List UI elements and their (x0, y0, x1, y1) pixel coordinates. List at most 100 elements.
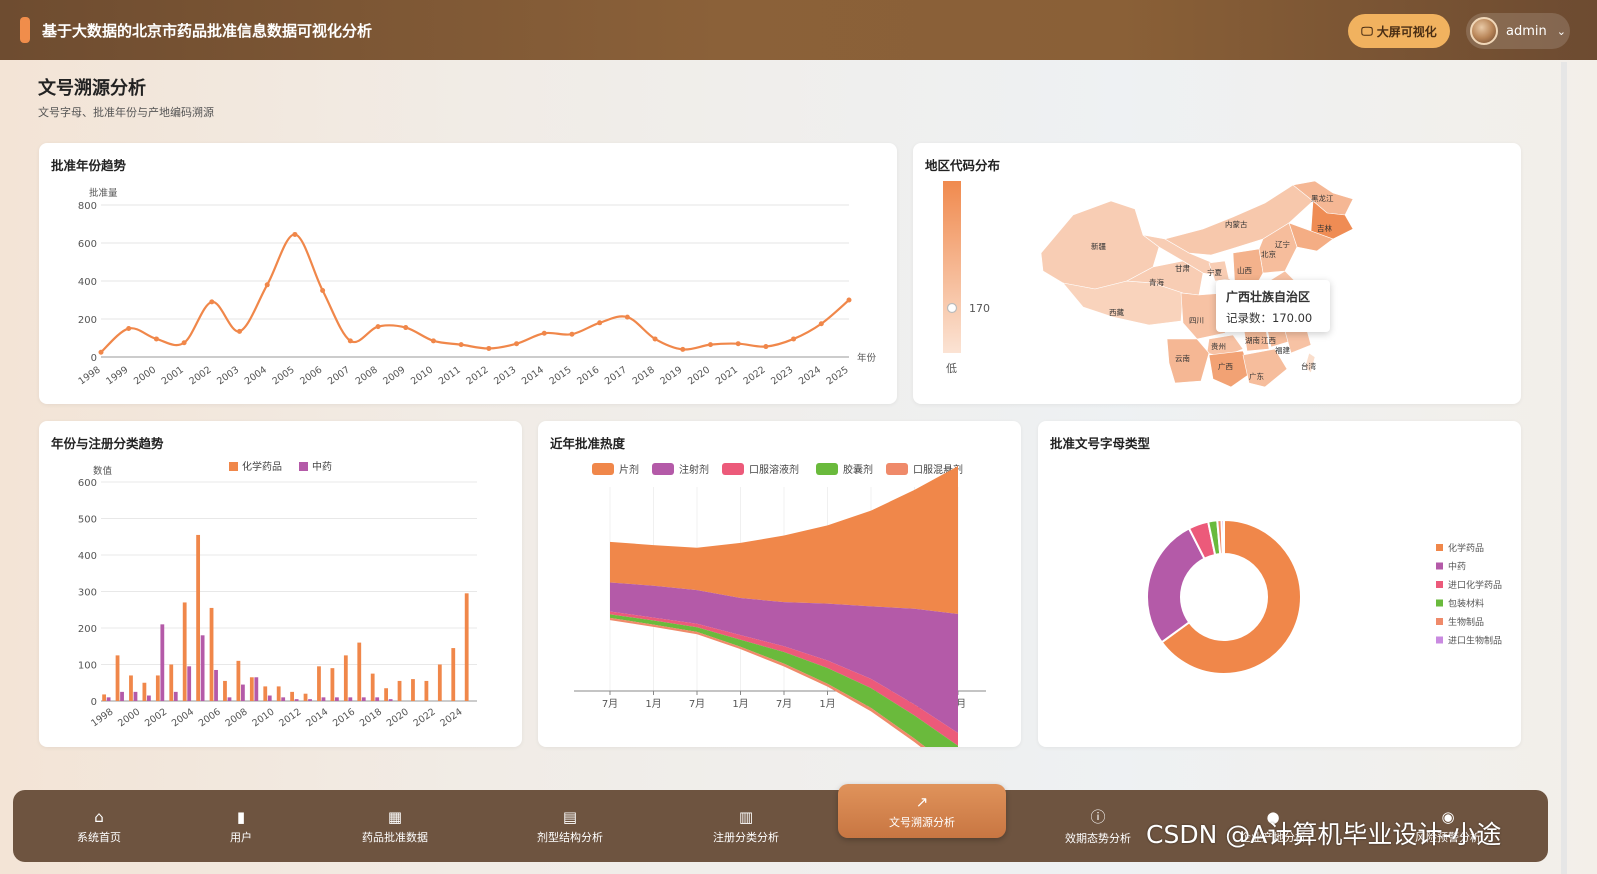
legend-label: 化学药品 (242, 460, 282, 473)
user-menu[interactable]: admin ⌄ (1466, 13, 1570, 49)
legend-label: 片剂 (619, 463, 639, 476)
big-screen-label: 大屏可视化 (1376, 24, 1437, 39)
bar (370, 673, 375, 701)
region-label: 辽宁 (1275, 239, 1290, 249)
big-screen-button[interactable]: 🖵 大屏可视化 (1348, 14, 1450, 48)
region-label: 新疆 (1091, 241, 1107, 251)
legend-label: 进口化学药品 (1448, 579, 1502, 591)
bar (308, 699, 312, 701)
data-point (541, 330, 547, 336)
y-tick-label: 0 (91, 697, 97, 708)
trend-icon: ↗ (915, 792, 929, 811)
heat-card: 近年批准热度 片剂注射剂口服溶液剂胶囊剂口服混悬剂7月1月7月1月7月1月7月1… (538, 421, 1021, 747)
region-map[interactable]: 170 低 新疆西藏 青海甘肃 内蒙古 黑龙江吉林辽宁北京宁夏 山西四川贵州 湖南 江西福建云南… (913, 143, 1521, 404)
letter-type-chart[interactable]: 化学药品中药进口化学药品包装材料生物制品进口生物制品 (1038, 421, 1521, 747)
nav-item[interactable]: ▦ 药品批准数据 (330, 790, 460, 862)
monitor-icon: 🖵 (1361, 23, 1373, 38)
tooltip-body: 记录数：170.00 (1226, 311, 1313, 325)
heat-chart[interactable]: 片剂注射剂口服溶液剂胶囊剂口服混悬剂7月1月7月1月7月1月7月1月7月 (538, 421, 1021, 747)
data-point (707, 342, 713, 348)
x-tick-label: 2004 (243, 364, 269, 387)
bar (209, 607, 214, 701)
year-trend-card: 批准年份趋势 0 200 400 600 800 批准量 年份 1998 1999 2000 200… (39, 143, 897, 404)
data-point (624, 314, 630, 320)
nav-item[interactable]: ⌂ 系统首页 (34, 790, 164, 862)
y-tick-label: 0 (91, 353, 97, 364)
x-tick-label: 2019 (658, 364, 684, 387)
y-tick-label: 600 (78, 478, 97, 489)
bar (223, 680, 227, 701)
region-label: 台湾 (1301, 361, 1317, 371)
nav-item[interactable]: ⓘ 效期态势分析 (1033, 790, 1163, 862)
year-trend-chart[interactable]: 0200400600800批准量年份1998 1999 2000 2001 2002 20… (39, 143, 897, 404)
bar (294, 699, 299, 701)
map-tooltip: 广西壮族自治区 记录数：170.00 (1216, 280, 1330, 332)
bar (173, 691, 178, 701)
nav-item-label: 药品批准数据 (362, 830, 428, 844)
nav-item[interactable]: ↗ 文号溯源分析 (838, 784, 1006, 838)
nav-item[interactable]: ▤ 剂型结构分析 (505, 790, 635, 862)
user-name: admin (1506, 23, 1547, 39)
y-tick-label: 200 (78, 624, 97, 635)
legend-label: 化学药品 (1448, 542, 1484, 554)
bar (303, 693, 308, 701)
region-label: 西藏 (1109, 307, 1125, 317)
legend-swatch (722, 463, 744, 475)
y-tick-label: 300 (78, 588, 97, 599)
x-tick-label: 2014 (304, 706, 330, 729)
legend-swatch (1436, 618, 1443, 625)
data-point (569, 331, 575, 337)
bar-chart-icon: ▮ (236, 807, 246, 826)
bar (321, 697, 326, 701)
legend-swatch (299, 462, 308, 471)
data-point (818, 321, 824, 327)
data-point (209, 299, 215, 305)
x-tick-label: 2006 (298, 364, 324, 387)
legend-swatch (652, 463, 674, 475)
bar (196, 534, 201, 701)
pie-slice (1146, 527, 1206, 644)
bar (290, 691, 295, 701)
nav-item[interactable]: ▥ 注册分类分析 (681, 790, 811, 862)
nav-item-label: 用户 (230, 830, 252, 844)
bar (388, 699, 393, 701)
x-tick-label: 2025 (825, 364, 851, 387)
x-tick-label: 2012 (464, 364, 490, 387)
nav-item-label: 剂型结构分析 (537, 830, 603, 844)
bar (451, 648, 456, 701)
data-point (153, 336, 159, 342)
bar (236, 660, 241, 701)
bar (335, 697, 339, 701)
pie-slice (1220, 518, 1225, 556)
x-tick-label: 2021 (714, 364, 740, 387)
y-axis-label: 批准量 (89, 187, 118, 199)
data-point (320, 288, 326, 293)
legend-swatch (1436, 581, 1443, 588)
data-point (791, 336, 797, 342)
legend-swatch (229, 462, 238, 471)
bar (357, 642, 362, 701)
legend-swatch (1436, 599, 1443, 607)
bar (375, 697, 380, 701)
bar (411, 679, 415, 701)
scrollbar[interactable] (1561, 62, 1567, 874)
x-tick-label: 2001 (160, 364, 186, 387)
x-tick-label: 2011 (437, 364, 463, 387)
x-tick-label: 1998 (89, 706, 115, 729)
x-tick-label: 1月 (819, 698, 835, 710)
x-tick-label: 2002 (187, 364, 213, 387)
region-西藏 (1062, 280, 1184, 326)
category-trend-chart[interactable]: 0100200300400500600数值 化学药品 中药1998 2000 2002 2… (39, 421, 522, 747)
x-axis-label: 年份 (857, 352, 877, 364)
legend-swatch (1436, 544, 1443, 551)
nav-item[interactable]: ▮ 用户 (176, 790, 306, 862)
x-tick-label: 1999 (104, 364, 130, 387)
x-tick-label: 2022 (412, 706, 438, 729)
data-point (680, 346, 686, 352)
legend-label: 注射剂 (679, 463, 709, 476)
region-label: 宁夏 (1207, 267, 1223, 277)
bar (397, 680, 402, 701)
x-tick-label: 2010 (409, 364, 435, 387)
visual-map-current: 170 (969, 302, 990, 315)
bar (155, 675, 160, 701)
